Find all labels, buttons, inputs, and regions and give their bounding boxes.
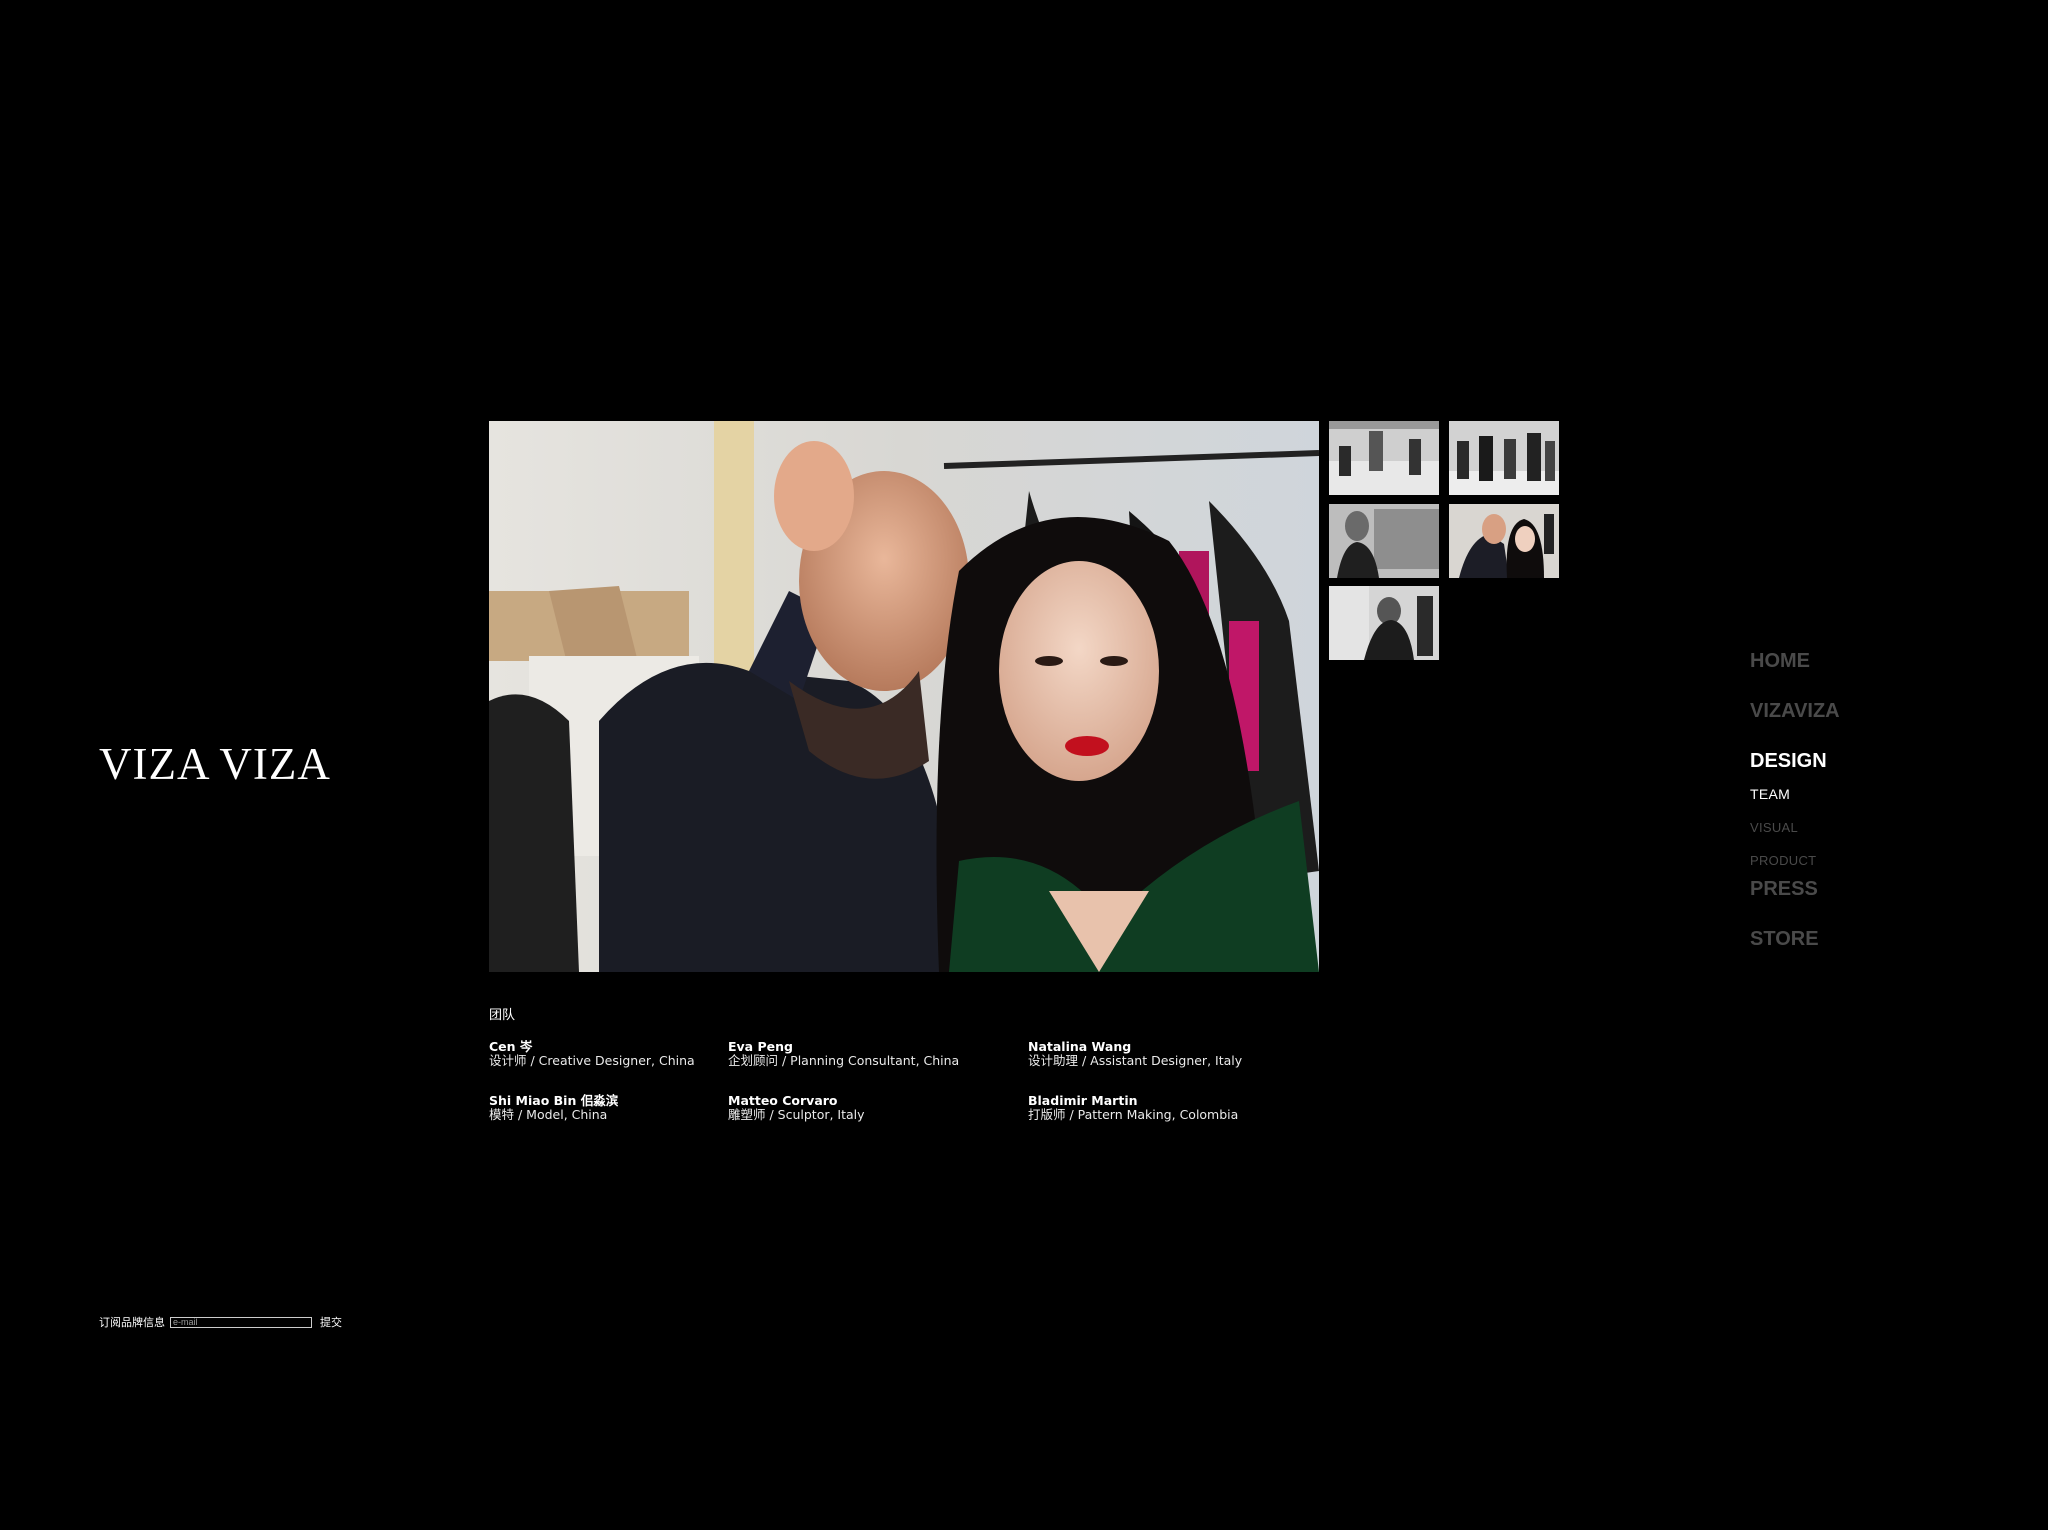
thumbnail-2[interactable]: [1449, 421, 1559, 495]
submit-button[interactable]: 提交: [320, 1314, 342, 1330]
team-member-5: Matteo Corvaro 雕塑师 / Sculptor, Italy: [728, 1094, 865, 1122]
thumbnail-3[interactable]: [1329, 504, 1439, 578]
member-role: 打版师 / Pattern Making, Colombia: [1028, 1107, 1239, 1122]
nav-design[interactable]: DESIGN: [1750, 750, 1827, 773]
thumbnail-4[interactable]: [1449, 504, 1559, 578]
email-input[interactable]: [170, 1316, 312, 1328]
page: VIZA VIZA 团队 Cen 岑 设计师 / Creative Design…: [0, 0, 2048, 1530]
team-member-2: Eva Peng 企划顾问 / Planning Consultant, Chi…: [728, 1040, 959, 1068]
member-role: 设计师 / Creative Designer, China: [489, 1053, 695, 1068]
nav-store[interactable]: STORE: [1750, 928, 1819, 951]
subnav-team[interactable]: TEAM: [1750, 786, 1790, 802]
brand-logo[interactable]: VIZA VIZA: [99, 742, 331, 787]
member-role: 模特 / Model, China: [489, 1107, 608, 1122]
member-role: 企划顾问 / Planning Consultant, China: [728, 1053, 960, 1068]
member-name: Matteo Corvaro: [728, 1093, 838, 1108]
thumbnail-1[interactable]: [1329, 421, 1439, 495]
team-member-6: Bladimir Martin 打版师 / Pattern Making, Co…: [1028, 1094, 1238, 1122]
main-photo: [489, 421, 1319, 972]
member-role: 设计助理 / Assistant Designer, Italy: [1028, 1053, 1243, 1068]
subscribe-form: 订阅品牌信息 提交: [99, 1314, 342, 1330]
member-name: Cen 岑: [489, 1039, 533, 1054]
member-name: Bladimir Martin: [1028, 1093, 1138, 1108]
member-name: Eva Peng: [728, 1039, 793, 1054]
member-name: Natalina Wang: [1028, 1039, 1132, 1054]
nav-vizaviza[interactable]: VIZAVIZA: [1750, 700, 1840, 723]
team-member-3: Natalina Wang 设计助理 / Assistant Designer,…: [1028, 1040, 1242, 1068]
subnav-product[interactable]: PRODUCT: [1750, 853, 1816, 868]
subnav-visual[interactable]: VISUAL: [1750, 820, 1798, 835]
nav-home[interactable]: HOME: [1750, 650, 1810, 673]
team-member-1: Cen 岑 设计师 / Creative Designer, China: [489, 1040, 695, 1068]
member-name: Shi Miao Bin 佀淼滨: [489, 1093, 619, 1108]
subscribe-label: 订阅品牌信息: [99, 1316, 165, 1329]
thumbnail-5[interactable]: [1329, 586, 1439, 660]
member-role: 雕塑师 / Sculptor, Italy: [728, 1107, 865, 1122]
main-photo-image: [489, 421, 1319, 972]
team-member-4: Shi Miao Bin 佀淼滨 模特 / Model, China: [489, 1094, 618, 1122]
team-heading: 团队: [489, 1008, 516, 1023]
nav-press[interactable]: PRESS: [1750, 878, 1818, 901]
